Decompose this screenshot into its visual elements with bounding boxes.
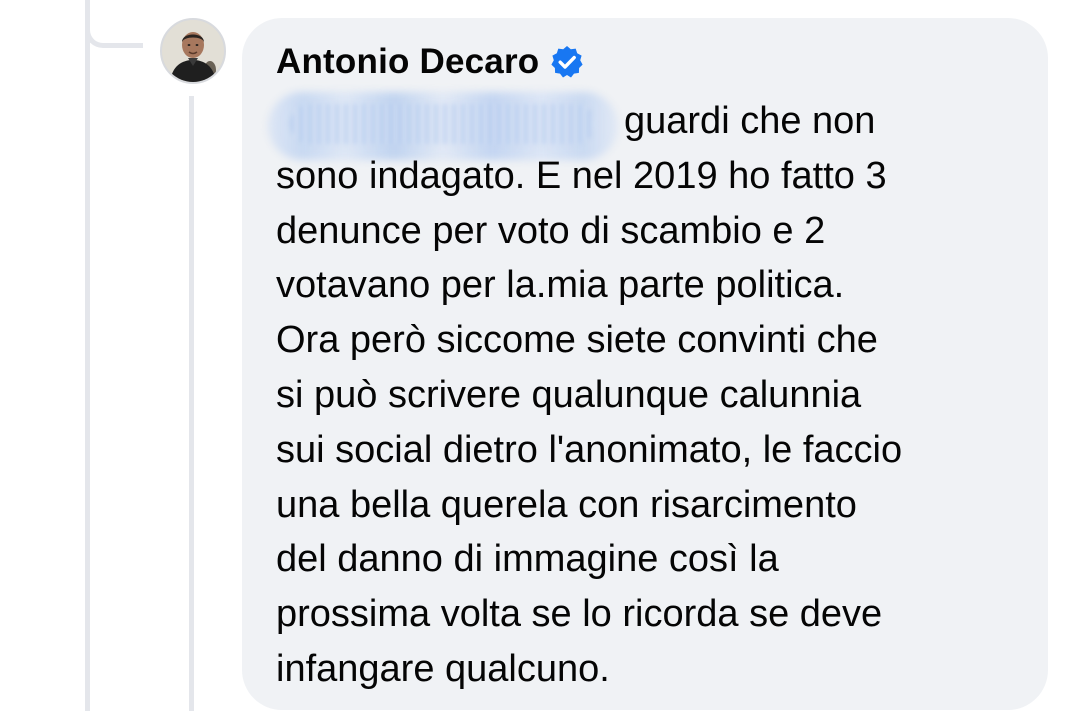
thread-line	[85, 0, 90, 711]
comment-line: si può scrivere qualunque calunnia	[276, 373, 862, 416]
comment-line: Ora però siccome siete convinti che	[276, 319, 878, 362]
comment-line: denunce per voto di scambio e 2	[276, 209, 826, 252]
comment-line: una bella querela con risarcimento	[276, 483, 857, 526]
comment-text: guardi che non sono indagato. E nel 2019…	[276, 94, 1036, 697]
comment-line: sui social dietro l'anonimato, le faccio	[276, 428, 903, 471]
author-name[interactable]: Antonio Decaro	[276, 40, 539, 84]
comment-line: guardi che non	[624, 100, 876, 142]
comment-line: infangare qualcuno.	[276, 647, 610, 690]
comment-author: Antonio Decaro	[276, 40, 585, 84]
comment-line: votavano per la.mia parte politica.	[276, 264, 845, 307]
verified-badge-icon	[549, 44, 585, 80]
comment-line: del danno di immagine così la	[276, 538, 779, 581]
comment-line: sono indagato. E nel 2019 ho fatto 3	[276, 154, 887, 197]
avatar-photo	[162, 20, 224, 82]
avatar[interactable]	[160, 18, 226, 84]
reply-thread-line	[189, 96, 194, 711]
thread-connector-line	[85, 0, 143, 48]
comment-line: prossima volta se lo ricorda se deve	[276, 593, 883, 636]
